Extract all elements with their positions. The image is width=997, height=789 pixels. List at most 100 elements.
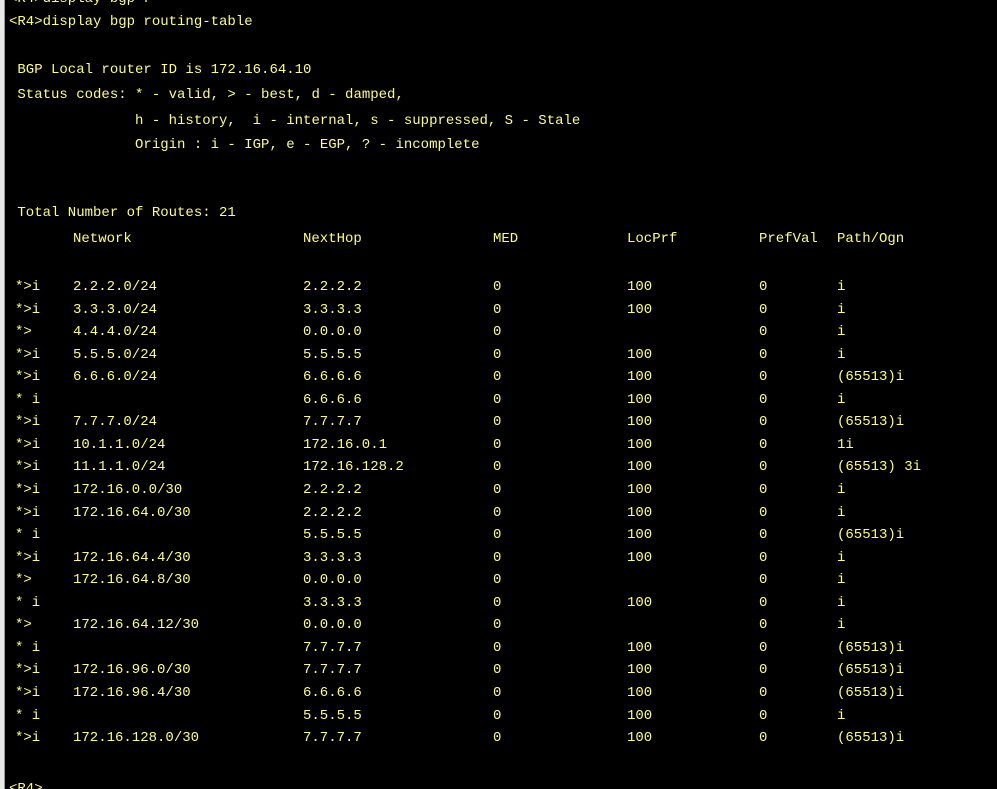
route-path: (65513)i [837, 369, 905, 386]
route-locprf: 100 [627, 707, 653, 724]
route-network: 172.16.96.0/30 [73, 662, 191, 679]
route-locprf: 100 [627, 436, 653, 453]
route-nexthop: 7.7.7.7 [303, 639, 362, 656]
route-status: * i [15, 391, 41, 408]
route-path: i [837, 707, 846, 724]
route-path: (65513)i [837, 527, 905, 543]
route-prefval: 0 [759, 594, 768, 611]
route-locprf: 100 [627, 730, 653, 746]
route-nexthop: 172.16.128.2 [303, 459, 404, 476]
route-nexthop: 2.2.2.2 [303, 504, 362, 521]
terminal-window[interactable]: <R4>display bgp r <R4>display bgp routin… [0, 0, 997, 789]
table-row: *>i 3.3.3.0/24 3.3.3.3 0 100 0 i [0, 299, 997, 321]
route-prefval: 0 [759, 414, 768, 431]
route-locprf: 100 [627, 684, 653, 701]
route-med: 0 [493, 324, 502, 341]
route-status: *>i [15, 369, 41, 386]
route-path: i [837, 301, 846, 318]
command-line: <R4>display bgp routing-table [9, 14, 253, 30]
route-prefval: 0 [759, 527, 768, 543]
route-med: 0 [493, 527, 502, 543]
route-network: 172.16.96.4/30 [73, 684, 191, 701]
route-network: 6.6.6.0/24 [73, 369, 158, 386]
route-nexthop: 5.5.5.5 [303, 707, 362, 724]
route-network: 4.4.4.0/24 [73, 324, 158, 341]
route-status: *> [15, 617, 32, 634]
route-path: i [837, 324, 846, 341]
route-path: 1i [837, 436, 854, 453]
route-path: i [837, 482, 846, 498]
route-prefval: 0 [759, 369, 768, 386]
header-med: MED [493, 231, 519, 247]
route-med: 0 [493, 684, 502, 701]
route-prefval: 0 [759, 436, 768, 453]
total-routes-line: Total Number of Routes: 21 [9, 205, 236, 221]
table-row: *> 4.4.4.0/24 0.0.0.0 0 0 i [0, 321, 997, 343]
route-prefval: 0 [759, 639, 768, 656]
route-prefval: 0 [759, 459, 768, 476]
route-locprf: 100 [627, 527, 653, 543]
route-status: * i [15, 527, 41, 543]
route-med: 0 [493, 639, 502, 656]
route-network: 5.5.5.0/24 [73, 346, 158, 363]
route-network: 2.2.2.0/24 [73, 279, 158, 295]
route-locprf: 100 [627, 459, 653, 476]
route-med: 0 [493, 482, 502, 498]
route-status: * i [15, 639, 41, 656]
route-status: *>i [15, 684, 41, 701]
route-nexthop: 0.0.0.0 [303, 617, 362, 634]
route-status: *> [15, 572, 32, 589]
route-nexthop: 172.16.0.1 [303, 436, 388, 453]
route-nexthop: 0.0.0.0 [303, 572, 362, 589]
header-nexthop: NextHop [303, 231, 362, 247]
route-locprf: 100 [627, 279, 653, 295]
previous-command-line: <R4>display bgp r [9, 0, 152, 10]
route-path: i [837, 279, 846, 295]
route-locprf: 100 [627, 549, 653, 566]
bottom-prompt: <R4> [9, 781, 43, 789]
header-locprf: LocPrf [627, 231, 678, 247]
route-locprf: 100 [627, 391, 653, 408]
route-status: *>i [15, 301, 41, 318]
table-row: *>i 172.16.96.0/30 7.7.7.7 0 100 0 (65513)i [0, 659, 997, 681]
route-network: 11.1.1.0/24 [73, 459, 166, 476]
route-locprf: 100 [627, 414, 653, 431]
route-prefval: 0 [759, 346, 768, 363]
route-network: 172.16.64.8/30 [73, 572, 191, 589]
route-nexthop: 7.7.7.7 [303, 730, 362, 746]
table-row: *>i 172.16.64.0/30 2.2.2.2 0 100 0 i [0, 502, 997, 524]
route-prefval: 0 [759, 684, 768, 701]
route-status: *>i [15, 436, 41, 453]
status-codes-line-1: Status codes: * - valid, > - best, d - d… [9, 87, 404, 103]
route-network: 172.16.64.0/30 [73, 504, 191, 521]
route-network: 10.1.1.0/24 [73, 436, 166, 453]
route-path: i [837, 346, 846, 363]
route-med: 0 [493, 730, 502, 746]
route-status: *>i [15, 346, 41, 363]
route-locprf: 100 [627, 662, 653, 679]
table-row: * i 5.5.5.5 0 100 0 i [0, 705, 997, 727]
route-path: (65513)i [837, 639, 905, 656]
route-med: 0 [493, 707, 502, 724]
route-locprf: 100 [627, 504, 653, 521]
route-network: 172.16.64.4/30 [73, 549, 191, 566]
table-header: Network NextHop MED LocPrf PrefVal Path/… [0, 228, 997, 250]
route-prefval: 0 [759, 662, 768, 679]
table-row: *>i 6.6.6.0/24 6.6.6.6 0 100 0 (65513)i [0, 366, 997, 388]
table-row: *>i 5.5.5.0/24 5.5.5.5 0 100 0 i [0, 344, 997, 366]
table-row: * i 7.7.7.7 0 100 0 (65513)i [0, 637, 997, 659]
route-path: i [837, 572, 846, 589]
route-path: (65513)i [837, 662, 905, 679]
route-nexthop: 2.2.2.2 [303, 279, 362, 295]
header-prefval: PrefVal [759, 231, 818, 247]
route-nexthop: 7.7.7.7 [303, 414, 362, 431]
route-nexthop: 3.3.3.3 [303, 549, 362, 566]
route-path: i [837, 391, 846, 408]
route-network: 172.16.128.0/30 [73, 730, 200, 746]
route-network: 172.16.0.0/30 [73, 482, 183, 498]
route-nexthop: 6.6.6.6 [303, 391, 362, 408]
route-med: 0 [493, 301, 502, 318]
route-status: *>i [15, 482, 41, 498]
table-row: *> 172.16.64.8/30 0.0.0.0 0 0 i [0, 569, 997, 591]
route-status: *>i [15, 459, 41, 476]
